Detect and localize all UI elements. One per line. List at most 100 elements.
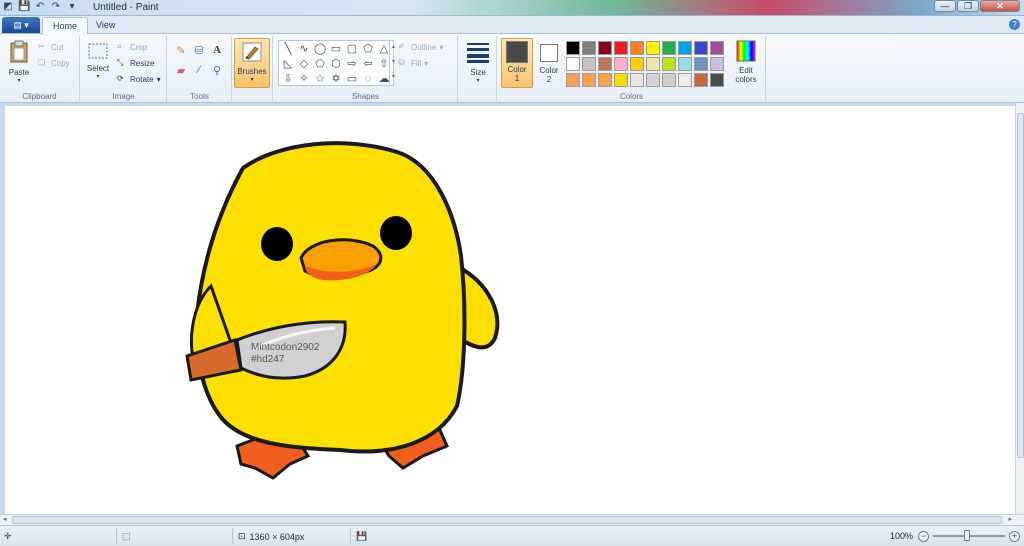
- file-menu-button[interactable]: ▤ ▾: [2, 17, 40, 33]
- vertical-scroll-thumb[interactable]: [1017, 113, 1024, 458]
- palette-swatch[interactable]: [566, 57, 580, 71]
- tab-view[interactable]: View: [86, 17, 125, 34]
- rotate-dropdown-icon[interactable]: ▾: [157, 75, 161, 84]
- palette-swatch[interactable]: [662, 73, 676, 87]
- select-dropdown-icon[interactable]: ▾: [83, 73, 113, 80]
- scroll-left-icon[interactable]: ◂: [3, 515, 7, 523]
- shapes-scroll[interactable]: ▴ ▾ ▾: [389, 40, 397, 86]
- save-icon[interactable]: 💾: [18, 1, 30, 13]
- palette-swatch[interactable]: [598, 41, 612, 55]
- polygon-shape-icon[interactable]: ⬠: [361, 42, 375, 56]
- brushes-dropdown-icon[interactable]: ▾: [235, 76, 269, 83]
- palette-swatch[interactable]: [598, 57, 612, 71]
- palette-swatch[interactable]: [582, 57, 596, 71]
- six-point-star-shape-icon[interactable]: ✡: [329, 72, 343, 86]
- select-button[interactable]: Select ▾: [83, 42, 113, 80]
- palette-swatch[interactable]: [630, 57, 644, 71]
- palette-swatch[interactable]: [694, 57, 708, 71]
- rounded-rectangle-shape-icon[interactable]: ▢: [345, 42, 359, 56]
- palette-swatch[interactable]: [614, 57, 628, 71]
- cut-button[interactable]: ✂ Cut: [38, 42, 63, 52]
- color1-button[interactable]: Color 1: [501, 38, 533, 88]
- drawing-canvas[interactable]: Mintcodon2902 #hd247: [5, 106, 1015, 514]
- outline-button[interactable]: ✐ Outline ▾: [398, 42, 443, 52]
- eraser-icon[interactable]: ▰: [173, 62, 189, 78]
- copy-button[interactable]: ❏ Copy: [38, 58, 70, 68]
- rotate-button[interactable]: ⟳ Rotate ▾: [117, 74, 161, 84]
- palette-swatch[interactable]: [582, 41, 596, 55]
- minimize-button[interactable]: —: [934, 0, 956, 12]
- size-button[interactable]: Size ▾: [462, 40, 494, 84]
- pentagon-shape-icon[interactable]: ⬠: [313, 57, 327, 71]
- close-button[interactable]: ✕: [980, 0, 1020, 12]
- palette-swatch[interactable]: [710, 57, 724, 71]
- curve-shape-icon[interactable]: ∿: [297, 42, 311, 56]
- color2-swatch: [540, 44, 558, 62]
- five-point-star-shape-icon[interactable]: ☆: [313, 72, 327, 86]
- palette-swatch[interactable]: [614, 41, 628, 55]
- palette-swatch[interactable]: [678, 73, 692, 87]
- zoom-out-button[interactable]: −: [918, 531, 929, 542]
- down-arrow-shape-icon[interactable]: ⇩: [281, 72, 295, 86]
- left-arrow-shape-icon[interactable]: ⇦: [361, 57, 375, 71]
- palette-swatch[interactable]: [630, 41, 644, 55]
- resize-icon: ⤡: [117, 58, 124, 67]
- palette-swatch[interactable]: [646, 73, 660, 87]
- palette-swatch[interactable]: [630, 73, 644, 87]
- fill-button[interactable]: ⛁ Fill ▾: [398, 58, 428, 68]
- paint-app-icon[interactable]: ◩: [2, 1, 14, 13]
- oval-shape-icon[interactable]: ◯: [313, 42, 327, 56]
- four-point-star-shape-icon[interactable]: ✧: [297, 72, 311, 86]
- palette-swatch[interactable]: [646, 41, 660, 55]
- palette-swatch[interactable]: [678, 57, 692, 71]
- palette-swatch[interactable]: [710, 73, 724, 87]
- tab-home[interactable]: Home: [42, 17, 89, 34]
- pencil-icon[interactable]: ✎: [173, 42, 189, 58]
- palette-swatch[interactable]: [566, 41, 580, 55]
- zoom-slider-thumb[interactable]: [964, 530, 970, 541]
- undo-icon[interactable]: ↶: [34, 1, 46, 13]
- palette-swatch[interactable]: [582, 73, 596, 87]
- palette-swatch[interactable]: [566, 73, 580, 87]
- line-shape-icon[interactable]: ╲: [281, 42, 295, 56]
- maximize-button[interactable]: ❐: [957, 0, 979, 12]
- right-triangle-shape-icon[interactable]: ◺: [281, 57, 295, 71]
- paste-button[interactable]: Paste ▾: [4, 40, 34, 84]
- oval-callout-shape-icon[interactable]: ◌: [361, 72, 375, 86]
- palette-swatch[interactable]: [694, 73, 708, 87]
- text-tool-icon[interactable]: A: [209, 42, 225, 58]
- color2-button[interactable]: Color 2: [535, 40, 563, 84]
- redo-icon[interactable]: ↷: [50, 1, 62, 13]
- horizontal-scroll-thumb[interactable]: [12, 516, 1002, 524]
- palette-swatch[interactable]: [614, 73, 628, 87]
- zoom-in-button[interactable]: +: [1009, 531, 1020, 542]
- palette-swatch[interactable]: [678, 41, 692, 55]
- palette-swatch[interactable]: [598, 73, 612, 87]
- size-dropdown-icon[interactable]: ▾: [462, 77, 494, 84]
- resize-button[interactable]: ⤡ Resize: [117, 58, 154, 68]
- vertical-scrollbar[interactable]: [1015, 103, 1024, 514]
- fill-bucket-icon[interactable]: ⛁: [191, 42, 207, 58]
- rectangle-shape-icon[interactable]: ▭: [329, 42, 343, 56]
- rect-callout-shape-icon[interactable]: ▭: [345, 72, 359, 86]
- scissors-icon: ✂: [38, 42, 45, 51]
- paste-dropdown-icon[interactable]: ▾: [4, 77, 34, 84]
- palette-swatch[interactable]: [662, 41, 676, 55]
- right-arrow-shape-icon[interactable]: ⇨: [345, 57, 359, 71]
- palette-swatch[interactable]: [662, 57, 676, 71]
- edit-colors-button[interactable]: Edit colors: [730, 40, 762, 84]
- help-icon[interactable]: ?: [1009, 19, 1020, 30]
- scroll-right-icon[interactable]: ▸: [1008, 515, 1012, 523]
- crop-button[interactable]: ⌗ Crop: [117, 42, 147, 52]
- diamond-shape-icon[interactable]: ◇: [297, 57, 311, 71]
- palette-swatch[interactable]: [710, 41, 724, 55]
- brushes-button[interactable]: Brushes ▾: [234, 38, 270, 88]
- palette-swatch[interactable]: [694, 41, 708, 55]
- hexagon-shape-icon[interactable]: ⬡: [329, 57, 343, 71]
- palette-swatch[interactable]: [646, 57, 660, 71]
- customize-qat-icon[interactable]: ▾: [66, 1, 78, 13]
- magnifier-icon[interactable]: ⚲: [209, 62, 225, 78]
- fill-dropdown-icon: ▾: [424, 58, 429, 68]
- horizontal-scrollbar[interactable]: ◂ ▸: [0, 514, 1024, 525]
- color-picker-icon[interactable]: ⁄: [191, 62, 207, 78]
